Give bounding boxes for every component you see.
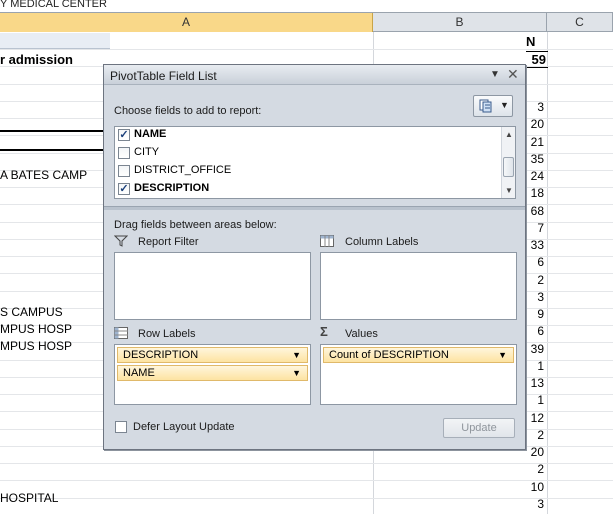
- chevron-down-icon[interactable]: ▼: [498, 348, 507, 362]
- report-filter-area[interactable]: [114, 252, 311, 320]
- chevron-down-icon[interactable]: ▼: [490, 69, 500, 80]
- chevron-down-icon: ▼: [500, 100, 509, 110]
- row-labels-label: Row Labels: [138, 328, 196, 340]
- sheet-cell[interactable]: MPUS HOSP: [0, 339, 72, 353]
- field-item-description[interactable]: ✓ DESCRIPTION: [118, 181, 498, 198]
- row-field-pill[interactable]: DESCRIPTION ▼: [117, 347, 308, 363]
- report-filter-label: Report Filter: [138, 236, 199, 248]
- count-total-cell[interactable]: 59: [526, 51, 548, 68]
- field-label: CITY: [134, 146, 160, 158]
- filter-icon: [113, 235, 129, 247]
- row-labels-icon: [114, 327, 128, 339]
- count-cell[interactable]: 10: [520, 480, 544, 494]
- top-cell-text: Y MEDICAL CENTER: [0, 0, 613, 12]
- values-area[interactable]: Count of DESCRIPTION ▼: [320, 344, 517, 405]
- field-checkbox[interactable]: ✓: [118, 129, 130, 141]
- defer-layout-checkbox[interactable]: [115, 421, 127, 433]
- row-field-pill[interactable]: NAME ▼: [117, 365, 308, 381]
- pivot-field-header-band: [0, 33, 110, 49]
- field-checkbox[interactable]: [118, 165, 130, 177]
- column-header-row: A B C: [0, 12, 613, 32]
- sheet-cell[interactable]: S CAMPUS: [0, 305, 63, 319]
- cell-border: [0, 149, 108, 151]
- field-checkbox[interactable]: [118, 147, 130, 159]
- field-label: DESCRIPTION: [134, 182, 210, 194]
- sigma-icon: Σ: [320, 324, 328, 339]
- layout-options-button[interactable]: ▼: [473, 95, 513, 117]
- column-header-a[interactable]: A: [0, 13, 373, 32]
- sheet-cell[interactable]: HOSPITAL: [0, 491, 58, 505]
- update-button[interactable]: Update: [443, 418, 515, 438]
- field-list[interactable]: ✓ NAME CITY DISTRICT_OFFICE ✓ DESCRIPTIO…: [114, 126, 516, 199]
- drag-fields-label: Drag fields between areas below:: [114, 219, 277, 231]
- column-labels-label: Column Labels: [345, 236, 419, 248]
- row-field-label: NAME: [123, 367, 155, 379]
- row-labels-area[interactable]: DESCRIPTION ▼ NAME ▼: [114, 344, 311, 405]
- field-label: DISTRICT_OFFICE: [134, 164, 232, 176]
- close-icon[interactable]: ✕: [507, 66, 519, 83]
- field-label: NAME: [134, 128, 167, 140]
- row-field-label: DESCRIPTION: [123, 349, 199, 361]
- column-header-b[interactable]: B: [373, 13, 547, 32]
- cell-border: [0, 130, 108, 132]
- panel-splitter[interactable]: [104, 206, 525, 210]
- field-list-scrollbar[interactable]: ▲ ▼: [501, 127, 515, 198]
- chevron-down-icon[interactable]: ▼: [292, 348, 301, 362]
- pivot-title-bar[interactable]: PivotTable Field List ▼ ✕: [104, 65, 525, 85]
- value-field-label: Count of DESCRIPTION: [329, 349, 449, 361]
- scroll-up-icon[interactable]: ▲: [505, 130, 513, 139]
- pivot-title: PivotTable Field List: [110, 69, 217, 83]
- scroll-thumb[interactable]: [503, 157, 514, 177]
- field-item-city[interactable]: CITY: [118, 145, 498, 162]
- field-item-district-office[interactable]: DISTRICT_OFFICE: [118, 163, 498, 180]
- defer-layout-label: Defer Layout Update: [133, 421, 235, 433]
- chevron-down-icon[interactable]: ▼: [292, 366, 301, 380]
- sheet-cell[interactable]: A BATES CAMP: [0, 168, 87, 182]
- count-column-header[interactable]: N: [526, 34, 535, 49]
- count-cell[interactable]: 2: [520, 462, 544, 476]
- column-labels-area[interactable]: [320, 252, 517, 320]
- values-label: Values: [345, 328, 378, 340]
- grid-line: [0, 49, 613, 50]
- field-checkbox[interactable]: ✓: [118, 183, 130, 195]
- value-field-pill[interactable]: Count of DESCRIPTION ▼: [323, 347, 514, 363]
- scroll-down-icon[interactable]: ▼: [505, 186, 513, 195]
- pivot-field-list-panel[interactable]: PivotTable Field List ▼ ✕ Choose fields …: [103, 64, 526, 450]
- column-header-c[interactable]: C: [547, 13, 613, 32]
- layout-icon: [479, 99, 492, 113]
- sheet-cell[interactable]: MPUS HOSP: [0, 322, 72, 336]
- column-labels-icon: [320, 235, 334, 247]
- field-item-name[interactable]: ✓ NAME: [118, 127, 498, 144]
- admission-header-cell[interactable]: r admission: [0, 52, 73, 67]
- count-cell[interactable]: 3: [520, 497, 544, 511]
- choose-fields-label: Choose fields to add to report:: [114, 105, 262, 117]
